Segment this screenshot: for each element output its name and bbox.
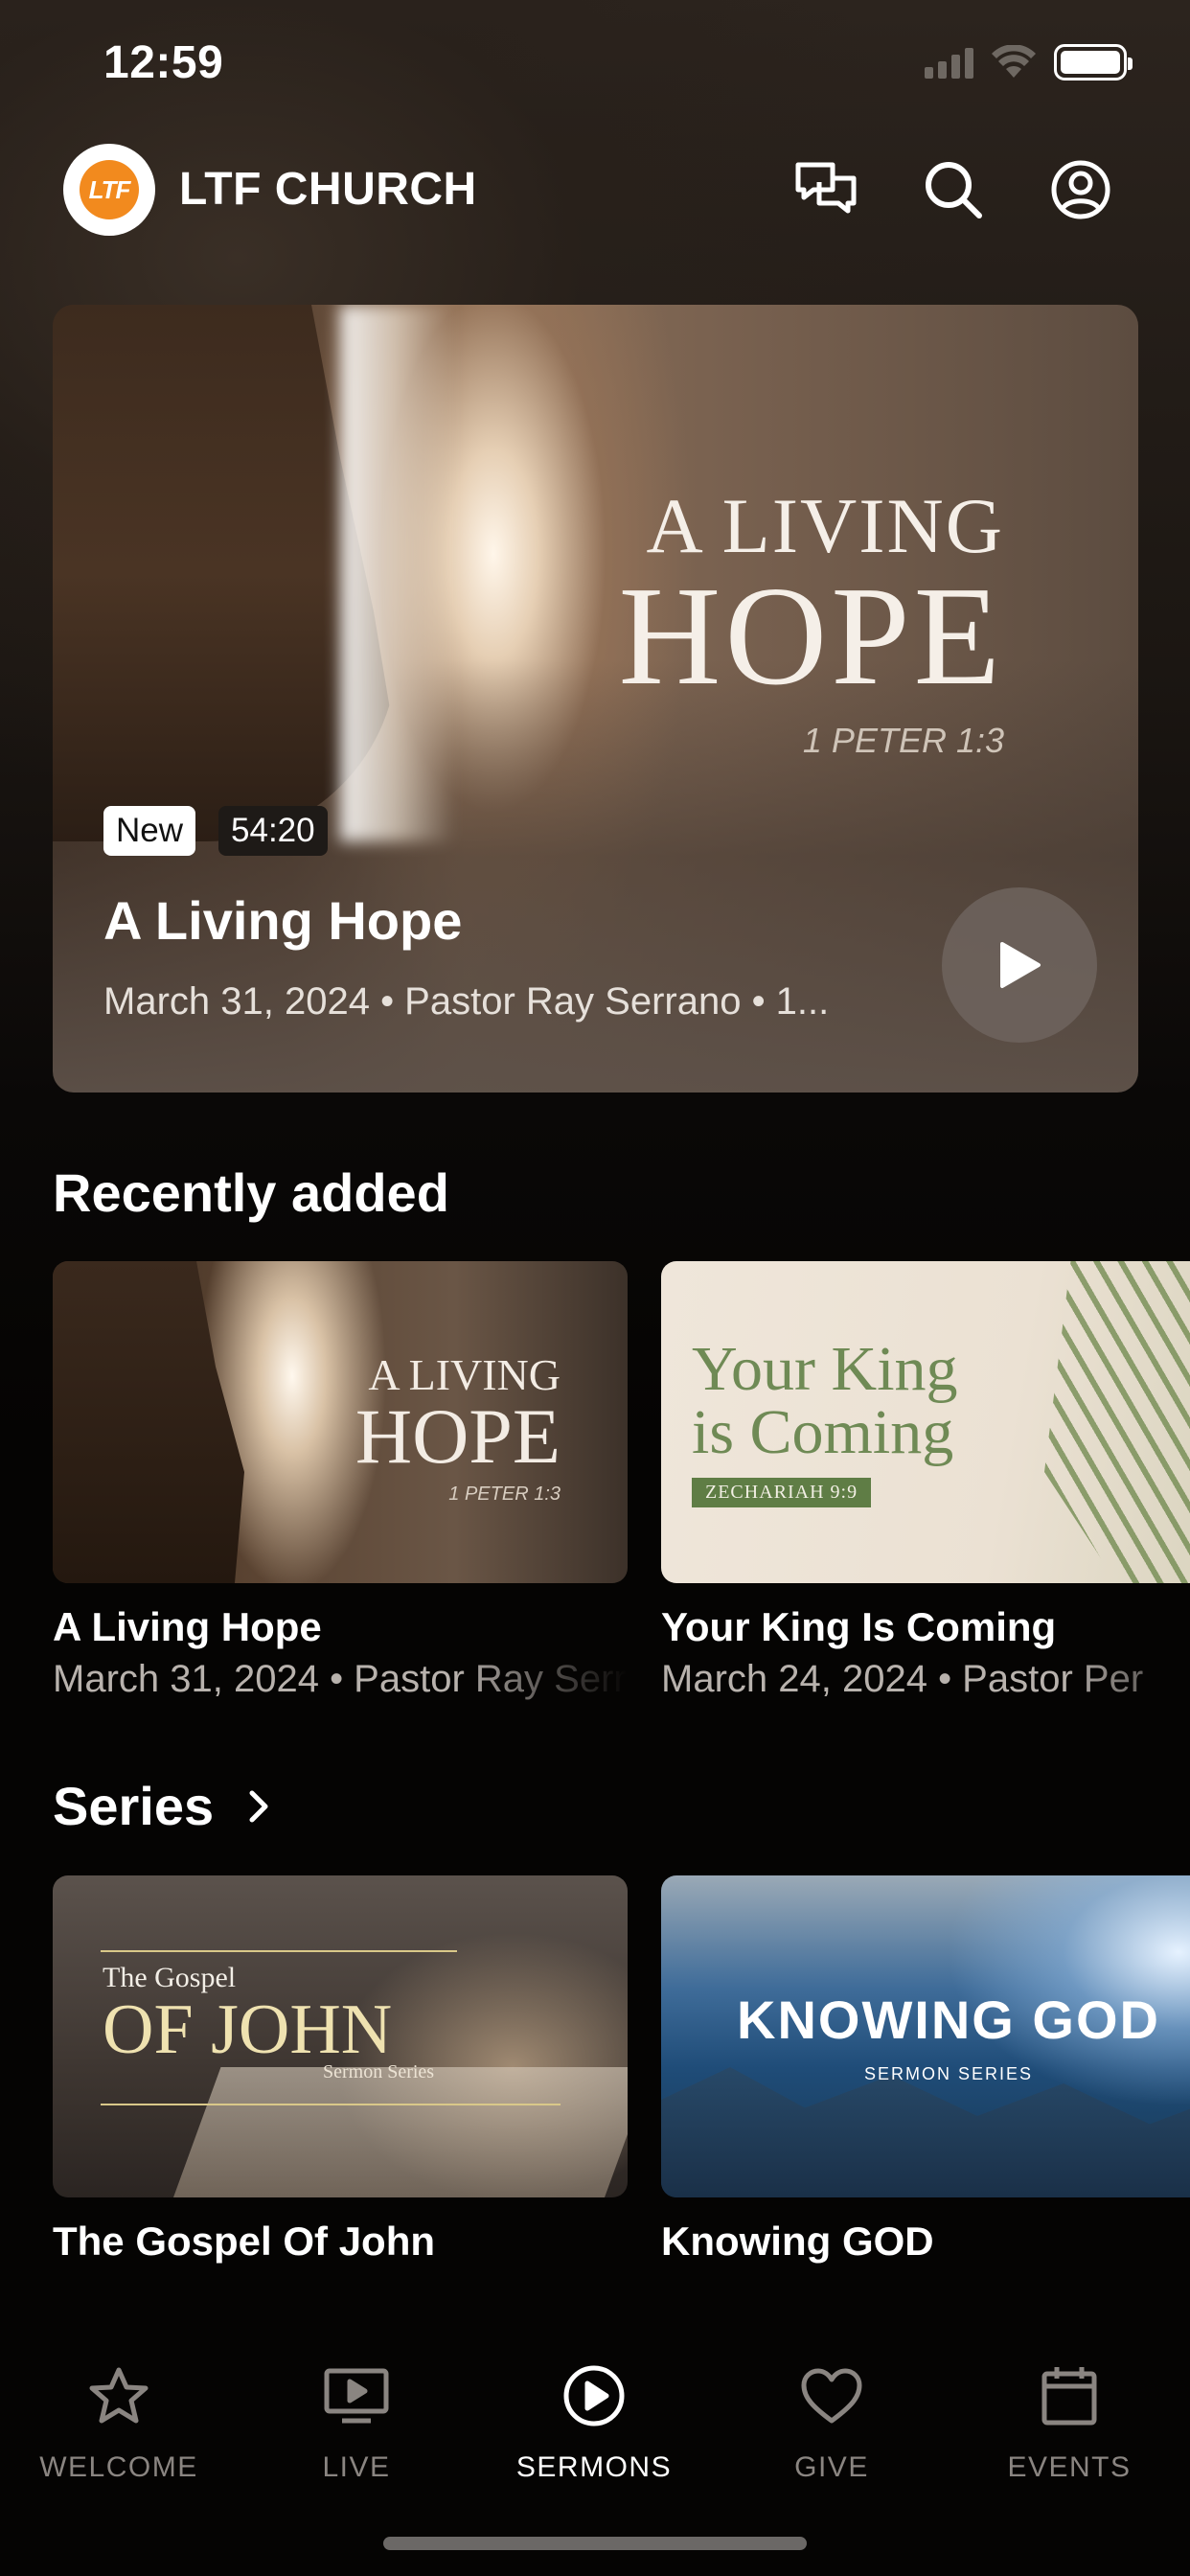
hero-badges: New 54:20 xyxy=(103,806,328,856)
status-icons xyxy=(925,44,1133,80)
thumb-art-reference: ZECHARIAH 9:9 xyxy=(692,1478,872,1507)
sermon-title: A Living Hope xyxy=(53,1604,322,1649)
profile-icon xyxy=(1051,160,1110,219)
series-header[interactable]: Series xyxy=(53,1775,269,1837)
heart-icon xyxy=(801,2368,862,2424)
tab-label: EVENTS xyxy=(1007,2451,1132,2483)
tab-events[interactable]: EVENTS xyxy=(950,2358,1188,2484)
sermon-meta: March 31, 2024 • Pastor Ray Serrano xyxy=(53,1658,628,1700)
sermon-meta: March 24, 2024 • Pastor Per xyxy=(661,1658,1144,1700)
chat-icon xyxy=(795,162,857,214)
series-thumbnail: The Gospel OF JOHN Sermon Series xyxy=(53,1875,628,2197)
sermons-screen: 12:59 LTF LTF CHURCH A LIVING HOPE 1 PET… xyxy=(0,0,1190,2576)
tab-welcome[interactable]: WELCOME xyxy=(0,2358,238,2484)
thumb-art-line1: Your King xyxy=(692,1334,958,1404)
status-time: 12:59 xyxy=(103,37,224,88)
featured-sermon-card[interactable]: A LIVING HOPE 1 PETER 1:3 New 54:20 A Li… xyxy=(53,305,1138,1092)
thumb-art-line2: SERMON SERIES xyxy=(863,2064,1034,2083)
tab-label: GIVE xyxy=(794,2451,869,2483)
church-name: LTF CHURCH xyxy=(179,164,477,215)
hero-title: A Living Hope xyxy=(103,890,463,951)
bible-graphic xyxy=(172,2067,628,2197)
series-title: Knowing GOD xyxy=(661,2219,934,2264)
calendar-icon xyxy=(1041,2367,1097,2426)
hero-art-line1: A LIVING xyxy=(646,482,1004,569)
series-title: The Gospel Of John xyxy=(53,2219,436,2264)
play-button[interactable] xyxy=(942,887,1097,1043)
church-logo[interactable]: LTF xyxy=(63,144,155,236)
chat-button[interactable] xyxy=(791,155,860,224)
thumb-art-line1: OF JOHN xyxy=(103,1990,393,2069)
app-header: LTF LTF CHURCH xyxy=(0,142,1190,238)
sermon-card[interactable]: Your King is Coming ZECHARIAH 9:9 Your K… xyxy=(661,1261,1190,1701)
tab-label: LIVE xyxy=(322,2451,391,2483)
tab-sermons[interactable]: SERMONS xyxy=(475,2358,713,2484)
wifi-icon xyxy=(992,45,1036,78)
hero-artwork-light xyxy=(340,305,455,841)
series-heading: Series xyxy=(53,1776,215,1836)
tab-live[interactable]: LIVE xyxy=(238,2358,475,2484)
series-card[interactable]: KNOWING GOD SERMON SERIES Knowing GOD xyxy=(661,1875,1190,2265)
tab-give[interactable]: GIVE xyxy=(713,2358,950,2484)
hero-artwork-title: A LIVING HOPE 1 PETER 1:3 xyxy=(619,487,1004,761)
star-icon xyxy=(89,2367,149,2424)
logo-mark: LTF xyxy=(80,160,139,219)
play-circle-icon xyxy=(563,2365,625,2426)
series-card[interactable]: The Gospel OF JOHN Sermon Series The Gos… xyxy=(53,1875,628,2265)
tab-label: SERMONS xyxy=(515,2451,673,2483)
hero-art-line2: HOPE xyxy=(618,558,1004,715)
profile-button[interactable] xyxy=(1046,155,1115,224)
hero-meta: March 31, 2024 • Pastor Ray Serrano • 1.… xyxy=(103,980,830,1023)
palm-leaf-graphic xyxy=(1044,1261,1190,1583)
series-thumbnail: KNOWING GOD SERMON SERIES xyxy=(661,1875,1190,2197)
search-icon xyxy=(926,162,982,218)
divider-line xyxy=(101,2104,561,2105)
tab-label: WELCOME xyxy=(39,2451,198,2483)
thumb-art-line0: The Gospel xyxy=(103,1962,237,1993)
sermon-card[interactable]: A LIVING HOPE 1 PETER 1:3 A Living Hope … xyxy=(53,1261,628,1701)
chevron-right-icon xyxy=(249,1790,268,1822)
thumb-art-line2: HOPE xyxy=(355,1392,561,1480)
cellular-signal-icon xyxy=(925,46,973,79)
battery-icon xyxy=(1054,44,1133,80)
sermon-thumbnail: A LIVING HOPE 1 PETER 1:3 xyxy=(53,1261,628,1583)
hero-art-reference: 1 PETER 1:3 xyxy=(802,721,1004,760)
recently-added-heading: Recently added xyxy=(53,1162,449,1223)
thumb-art-reference: 1 PETER 1:3 xyxy=(448,1484,561,1505)
thumb-art-line2: is Coming xyxy=(692,1397,954,1467)
thumb-art-line1: KNOWING GOD xyxy=(737,1990,1160,2050)
home-indicator[interactable] xyxy=(383,2537,807,2550)
play-icon xyxy=(1000,942,1041,988)
divider-line xyxy=(101,1950,457,1952)
search-button[interactable] xyxy=(919,155,988,224)
thumb-art-line1: A LIVING xyxy=(368,1350,561,1399)
thumb-art-line2: Sermon Series xyxy=(323,2061,435,2082)
tv-play-icon xyxy=(324,2368,389,2424)
duration-badge: 54:20 xyxy=(218,806,328,856)
status-bar: 12:59 xyxy=(0,0,1190,125)
new-badge: New xyxy=(103,806,196,856)
sermon-thumbnail: Your King is Coming ZECHARIAH 9:9 xyxy=(661,1261,1190,1583)
sermon-title: Your King Is Coming xyxy=(661,1604,1057,1649)
